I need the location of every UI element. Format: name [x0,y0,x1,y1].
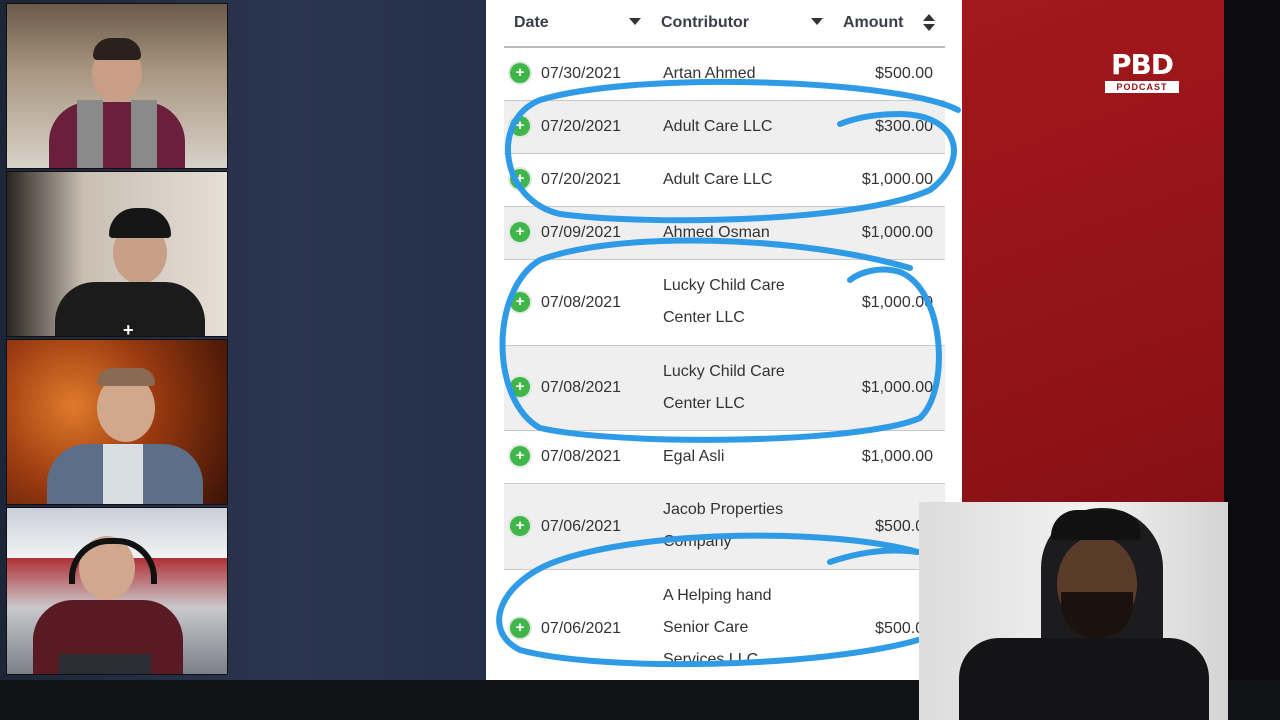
sort-down-icon[interactable] [629,18,641,25]
plus-circle-icon[interactable]: + [510,516,530,536]
plus-circle-icon[interactable]: + [510,618,530,638]
plus-circle-icon[interactable]: + [510,222,530,242]
row-contributor: Ahmed Osman [663,224,770,241]
plus-circle-icon[interactable]: + [510,377,530,397]
table-row[interactable]: + 07/20/2021 Adult Care LLC $300.00 [504,101,945,154]
row-contributor: Jacob Properties Company [663,501,784,550]
table-row[interactable]: + 07/09/2021 Ahmed Osman $1,000.00 [504,207,945,260]
row-contributor: Artan Ahmed [663,65,756,82]
row-date: 07/08/2021 [541,448,622,465]
row-amount: $300.00 [875,118,933,135]
participant-video-3 [6,339,228,505]
sort-updown-icon[interactable] [923,14,935,32]
table-row[interactable]: + 07/08/2021 Egal Asli $1,000.00 [504,431,945,484]
column-header-amount[interactable]: Amount [843,14,903,32]
plus-circle-icon[interactable]: + [510,446,530,466]
host-webcam [919,502,1228,720]
pbd-podcast-logo: PBD PODCAST [1104,50,1180,96]
row-date: 07/06/2021 [541,518,622,535]
row-amount: $1,000.00 [861,294,933,311]
row-date: 07/20/2021 [541,171,622,188]
participant-video-1 [6,3,228,169]
row-contributor: A Helping hand Senior Care Services LLC [663,587,772,668]
row-date: 07/08/2021 [541,379,622,396]
plus-circle-icon[interactable]: + [510,63,530,83]
table-row[interactable]: + 07/08/2021 Lucky Child Care Center LLC… [504,346,945,431]
column-header-contributor[interactable]: Contributor [661,14,749,32]
row-amount: $1,000.00 [861,171,933,188]
table-row[interactable]: + 07/08/2021 Lucky Child Care Center LLC… [504,260,945,346]
right-edge-backdrop [1224,0,1280,720]
contributions-document: Date Contributor Amount + 07/30/2021 Art… [486,0,962,680]
row-date: 07/09/2021 [541,224,622,241]
table-row[interactable]: + 07/30/2021 Artan Ahmed $500.00 [504,48,945,101]
row-date: 07/20/2021 [541,118,622,135]
row-date: 07/06/2021 [541,620,622,637]
row-amount: $500.00 [875,65,933,82]
row-contributor: Lucky Child Care Center LLC [663,277,785,326]
row-contributor: Adult Care LLC [663,171,773,188]
plus-circle-icon[interactable]: + [510,116,530,136]
row-amount: $1,000.00 [861,379,933,396]
row-amount: $1,000.00 [861,224,933,241]
plus-circle-icon[interactable]: + [510,292,530,312]
row-contributor: Lucky Child Care Center LLC [663,363,785,412]
row-date: 07/30/2021 [541,65,622,82]
table-header: Date Contributor Amount [504,0,945,48]
column-header-date[interactable]: Date [514,14,549,32]
table-row[interactable]: + 07/20/2021 Adult Care LLC $1,000.00 [504,154,945,207]
row-amount: $1,000.00 [861,448,933,465]
row-date: 07/08/2021 [541,294,622,311]
plus-circle-icon[interactable]: + [510,169,530,189]
row-contributor: Egal Asli [663,448,725,465]
row-contributor: Adult Care LLC [663,118,773,135]
participant-video-2: + [6,171,228,337]
participant-video-4 [6,507,228,675]
table-row[interactable]: + 07/06/2021 A Helping hand Senior Care … [504,570,945,676]
table-row[interactable]: + 07/06/2021 Jacob Properties Company $5… [504,484,945,570]
sort-down-icon[interactable] [811,18,823,25]
